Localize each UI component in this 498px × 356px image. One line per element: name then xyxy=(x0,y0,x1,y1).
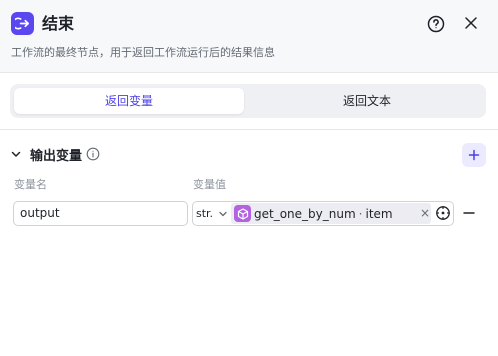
panel-title: 结束 xyxy=(42,14,75,33)
question-circle-icon[interactable] xyxy=(427,15,445,33)
exit-node-icon xyxy=(11,12,34,35)
panel-header: 结束 工作流的最终节点，用于返回工作流运行后的结果信息 xyxy=(0,0,498,72)
return-mode-tabs: 返回变量 返回文本 xyxy=(10,84,486,118)
add-variable-button[interactable] xyxy=(462,143,486,167)
close-icon[interactable] xyxy=(463,15,479,31)
chevron-down-icon xyxy=(219,211,227,216)
reference-node-name: get_one_by_num xyxy=(254,206,356,221)
reference-separator: · xyxy=(358,206,363,221)
header-divider xyxy=(0,72,498,73)
column-label-name: 变量名 xyxy=(14,178,47,191)
remove-variable-icon[interactable] xyxy=(462,206,476,220)
column-label-value: 变量值 xyxy=(193,178,226,191)
clear-reference-button[interactable]: × xyxy=(420,206,430,220)
tabs-divider xyxy=(0,129,498,130)
plus-icon xyxy=(468,149,480,161)
cube-icon xyxy=(234,205,251,222)
tab-return-text[interactable]: 返回文本 xyxy=(252,88,482,114)
section-title: 输出变量 xyxy=(30,148,83,164)
type-select[interactable]: str. xyxy=(193,202,231,225)
variable-picker-icon[interactable] xyxy=(435,205,451,221)
info-icon[interactable] xyxy=(86,147,100,161)
chevron-down-icon[interactable] xyxy=(10,148,22,160)
variable-reference-chip[interactable]: get_one_by_num · item xyxy=(231,203,431,224)
variable-value-field: str. get_one_by_num · item × xyxy=(192,201,454,226)
variable-name-input[interactable]: output xyxy=(13,201,188,226)
reference-variable-name: item xyxy=(365,206,393,221)
type-select-label: str. xyxy=(196,207,214,220)
panel-description: 工作流的最终节点，用于返回工作流运行后的结果信息 xyxy=(11,46,275,59)
tab-return-variables[interactable]: 返回变量 xyxy=(14,88,244,114)
output-section-header: 输出变量 xyxy=(10,144,100,164)
